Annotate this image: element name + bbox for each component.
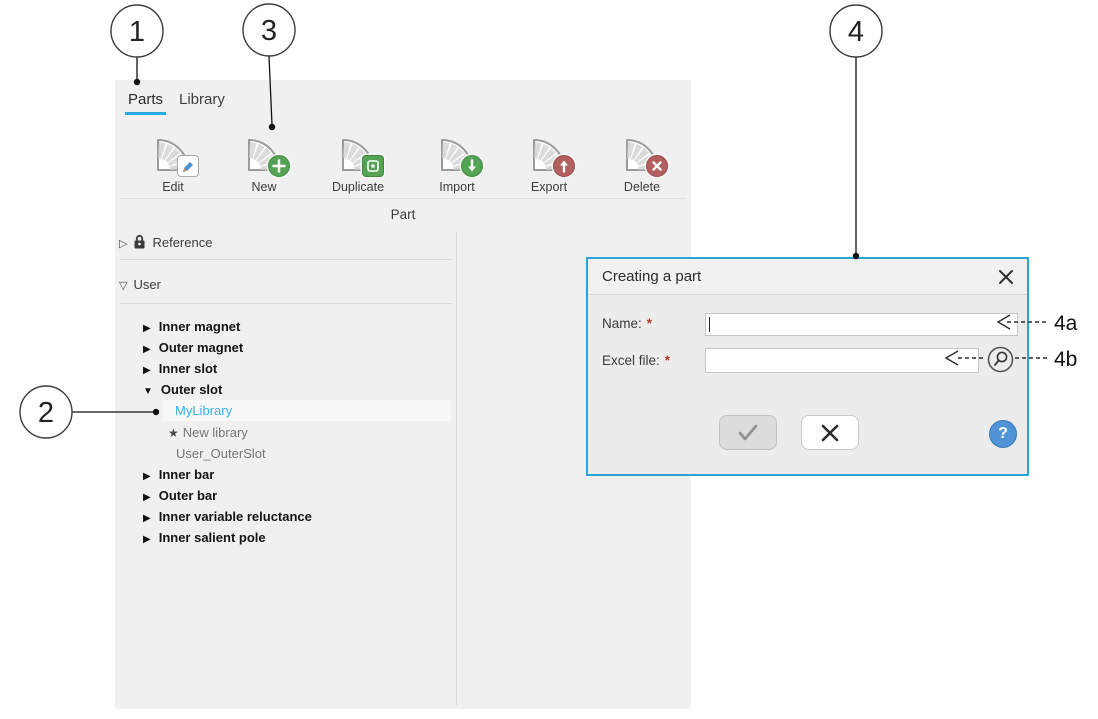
import-button[interactable]: Import bbox=[419, 128, 495, 198]
ribbon-separator bbox=[120, 198, 686, 199]
tree-item-outer-magnet[interactable]: ▶ Outer magnet bbox=[143, 338, 243, 358]
tree-item-label: User_OuterSlot bbox=[176, 446, 266, 461]
tree-item-label: Inner slot bbox=[158, 361, 218, 376]
new-button[interactable]: New bbox=[226, 128, 302, 198]
arrow-up-icon bbox=[553, 155, 575, 177]
duplicate-part-icon bbox=[335, 128, 384, 177]
required-asterisk: * bbox=[646, 316, 653, 331]
copy-icon bbox=[362, 155, 384, 177]
triangle-right-icon: ▶ bbox=[143, 513, 151, 524]
import-part-icon bbox=[434, 128, 483, 177]
dialog-title: Creating a part bbox=[602, 268, 702, 285]
svg-text:4a: 4a bbox=[1054, 312, 1078, 335]
export-button-label: Export bbox=[530, 180, 568, 194]
tree-separator bbox=[120, 259, 452, 260]
tree-item-new-library[interactable]: ★ New library bbox=[168, 423, 248, 443]
name-field-label: Name: * bbox=[602, 316, 653, 331]
edit-button[interactable]: Edit bbox=[135, 128, 211, 198]
triangle-right-icon: ▶ bbox=[143, 471, 151, 482]
new-button-label: New bbox=[251, 180, 277, 194]
chevron-down-icon: ▽ bbox=[119, 280, 128, 292]
confirm-button[interactable] bbox=[719, 415, 777, 450]
svg-text:3: 3 bbox=[261, 15, 277, 47]
new-part-icon bbox=[241, 128, 290, 177]
ribbon-group-label: Part bbox=[390, 207, 416, 222]
tree-item-label: Outer bar bbox=[158, 488, 218, 503]
duplicate-button[interactable]: Duplicate bbox=[320, 128, 396, 198]
plus-icon bbox=[268, 155, 290, 177]
tree-item-outer-bar[interactable]: ▶ Outer bar bbox=[143, 486, 217, 506]
creating-a-part-dialog: Creating a part Name: * Excel file: * ? bbox=[586, 257, 1029, 476]
tree-item-inner-variable-reluctance[interactable]: ▶ Inner variable reluctance bbox=[143, 507, 312, 527]
delete-button[interactable]: Delete bbox=[604, 128, 680, 198]
tree-item-user-outerslot[interactable]: User_OuterSlot bbox=[176, 444, 266, 464]
question-mark-icon: ? bbox=[998, 425, 1008, 442]
tree-section-label: User bbox=[133, 277, 161, 292]
duplicate-button-label: Duplicate bbox=[331, 180, 385, 194]
triangle-right-icon: ▶ bbox=[143, 344, 151, 355]
tree-item-label: MyLibrary bbox=[175, 403, 233, 418]
triangle-down-icon: ▼ bbox=[143, 386, 153, 397]
tree-section-user[interactable]: ▽ User bbox=[119, 275, 161, 295]
tab-library[interactable]: Library bbox=[179, 91, 225, 108]
cross-icon bbox=[646, 155, 668, 177]
svg-text:2: 2 bbox=[38, 397, 54, 429]
svg-text:4b: 4b bbox=[1054, 348, 1077, 371]
triangle-right-icon: ▶ bbox=[143, 534, 151, 545]
cross-icon bbox=[821, 424, 839, 441]
excel-file-input[interactable] bbox=[705, 348, 979, 373]
triangle-right-icon: ▶ bbox=[143, 365, 151, 376]
dialog-titlebar: Creating a part bbox=[588, 259, 1027, 295]
tree-item-inner-slot[interactable]: ▶ Inner slot bbox=[143, 359, 217, 379]
import-button-label: Import bbox=[439, 180, 475, 194]
tab-parts[interactable]: Parts bbox=[124, 91, 167, 115]
arrow-down-icon bbox=[461, 155, 483, 177]
delete-part-icon bbox=[619, 128, 668, 177]
export-part-icon bbox=[526, 128, 575, 177]
name-input[interactable] bbox=[705, 313, 1018, 336]
tree-separator bbox=[120, 303, 452, 304]
lock-icon bbox=[133, 234, 146, 255]
callout-1: 1 bbox=[110, 4, 164, 86]
chevron-right-icon: ▷ bbox=[119, 238, 128, 250]
tree-item-outer-slot[interactable]: ▼ Outer slot bbox=[143, 380, 222, 400]
delete-button-label: Delete bbox=[623, 180, 661, 194]
tree-item-label: Inner variable reluctance bbox=[158, 509, 312, 524]
svg-text:4: 4 bbox=[848, 16, 864, 48]
tree-item-label: Inner bar bbox=[158, 467, 215, 482]
triangle-right-icon: ▶ bbox=[143, 323, 151, 334]
panel-divider bbox=[456, 232, 457, 705]
star-icon: ★ bbox=[168, 426, 179, 440]
tree-item-inner-salient-pole[interactable]: ▶ Inner salient pole bbox=[143, 528, 266, 548]
edit-button-label: Edit bbox=[162, 180, 184, 194]
triangle-right-icon: ▶ bbox=[143, 492, 151, 503]
tree-item-mylibrary[interactable]: MyLibrary bbox=[175, 401, 232, 421]
tree-item-label: Outer magnet bbox=[158, 340, 244, 355]
text-caret bbox=[709, 317, 710, 332]
edit-part-icon bbox=[150, 128, 199, 177]
check-icon bbox=[738, 424, 758, 440]
tree-section-label: Reference bbox=[152, 235, 213, 250]
tree-item-label: New library bbox=[182, 425, 248, 440]
callout-4: 4 bbox=[829, 4, 883, 260]
export-button[interactable]: Export bbox=[511, 128, 587, 198]
help-button[interactable]: ? bbox=[989, 420, 1017, 448]
svg-text:1: 1 bbox=[129, 16, 145, 48]
tree-item-label: Inner magnet bbox=[158, 319, 241, 334]
tree-item-label: Inner salient pole bbox=[158, 530, 266, 545]
tree-item-inner-magnet[interactable]: ▶ Inner magnet bbox=[143, 317, 240, 337]
tree-item-inner-bar[interactable]: ▶ Inner bar bbox=[143, 465, 214, 485]
required-asterisk: * bbox=[664, 353, 671, 368]
cancel-button[interactable] bbox=[801, 415, 859, 450]
pencil-icon bbox=[177, 155, 199, 177]
close-icon[interactable] bbox=[997, 268, 1015, 286]
browse-file-button[interactable] bbox=[987, 346, 1014, 373]
tree-section-reference[interactable]: ▷ Reference bbox=[119, 233, 212, 253]
tree-item-label: Outer slot bbox=[160, 382, 223, 397]
excel-file-field-label: Excel file: * bbox=[602, 353, 671, 368]
